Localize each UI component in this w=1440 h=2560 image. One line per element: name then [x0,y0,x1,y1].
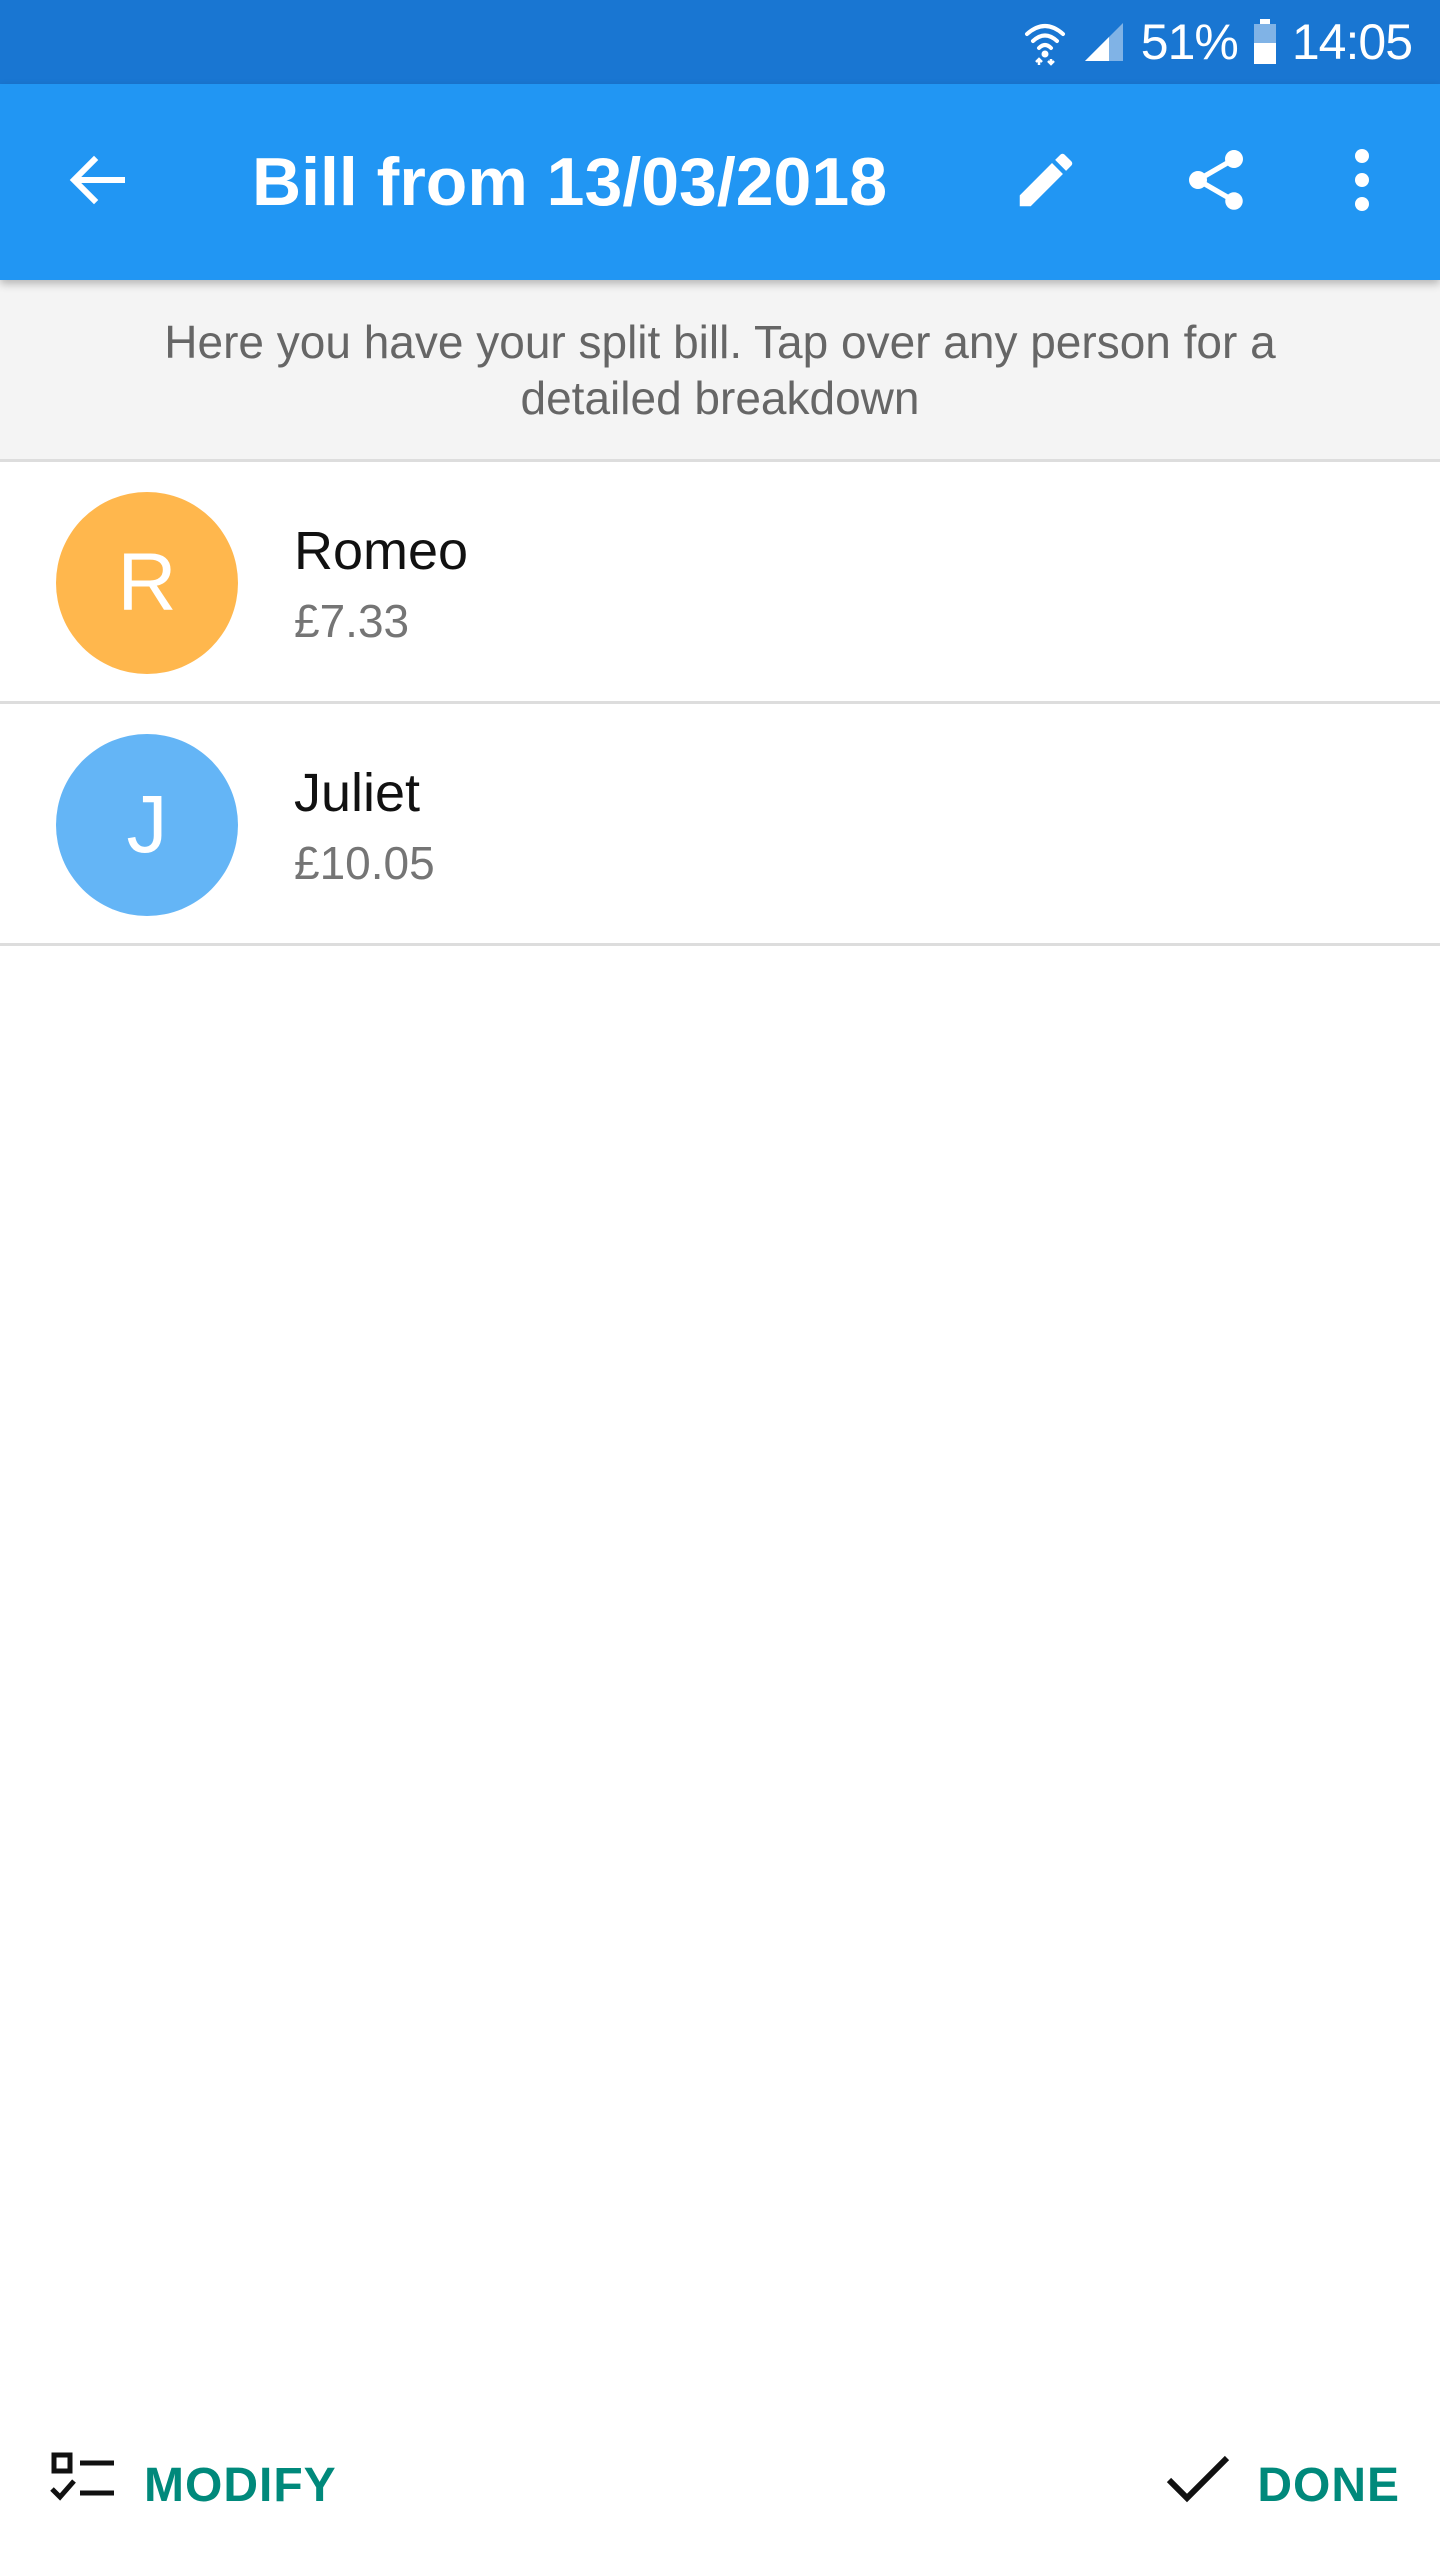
more-vert-icon [1352,147,1372,218]
back-button[interactable] [42,126,154,238]
avatar-initial: R [117,537,177,628]
done-label: DONE [1257,2458,1400,2512]
app-bar: Bill from 13/03/2018 [0,84,1440,280]
person-amount: £7.33 [294,595,410,647]
wifi-icon [1023,18,1067,66]
status-time: 14:05 [1291,14,1413,70]
arrow-back-icon [66,148,130,217]
checklist-icon [48,2451,118,2519]
check-icon [1165,2452,1231,2518]
share-button[interactable] [1160,126,1272,238]
modify-button[interactable]: MODIFY [48,2451,337,2519]
bottom-action-bar: MODIFY DONE [0,2410,1440,2560]
info-banner: Here you have your split bill. Tap over … [0,280,1440,462]
more-options-button[interactable] [1306,126,1418,238]
avatar: R [56,492,238,674]
page-title: Bill from 13/03/2018 [252,144,888,220]
person-name: Romeo [294,521,469,581]
person-name: Juliet [294,763,421,823]
avatar-initial: J [126,779,168,870]
battery-icon [1252,18,1278,66]
status-bar: 51% 14:05 [0,0,1440,84]
battery-percentage: 51% [1140,14,1239,70]
person-row-juliet[interactable]: J Juliet £10.05 [0,704,1440,946]
modify-label: MODIFY [144,2458,337,2512]
edit-button[interactable] [990,126,1102,238]
person-list: R Romeo £7.33 J Juliet £10.05 [0,462,1440,946]
bill-split-screen: 51% 14:05 Bill from 13/03/2018 Here you … [0,0,1440,2560]
person-row-romeo[interactable]: R Romeo £7.33 [0,462,1440,704]
avatar: J [56,734,238,916]
signal-icon [1081,19,1127,65]
pencil-icon [1011,145,1081,220]
info-banner-text: Here you have your split bill. Tap over … [164,315,1276,424]
done-button[interactable]: DONE [1165,2452,1400,2518]
share-icon [1180,144,1252,221]
person-amount: £10.05 [294,837,435,889]
